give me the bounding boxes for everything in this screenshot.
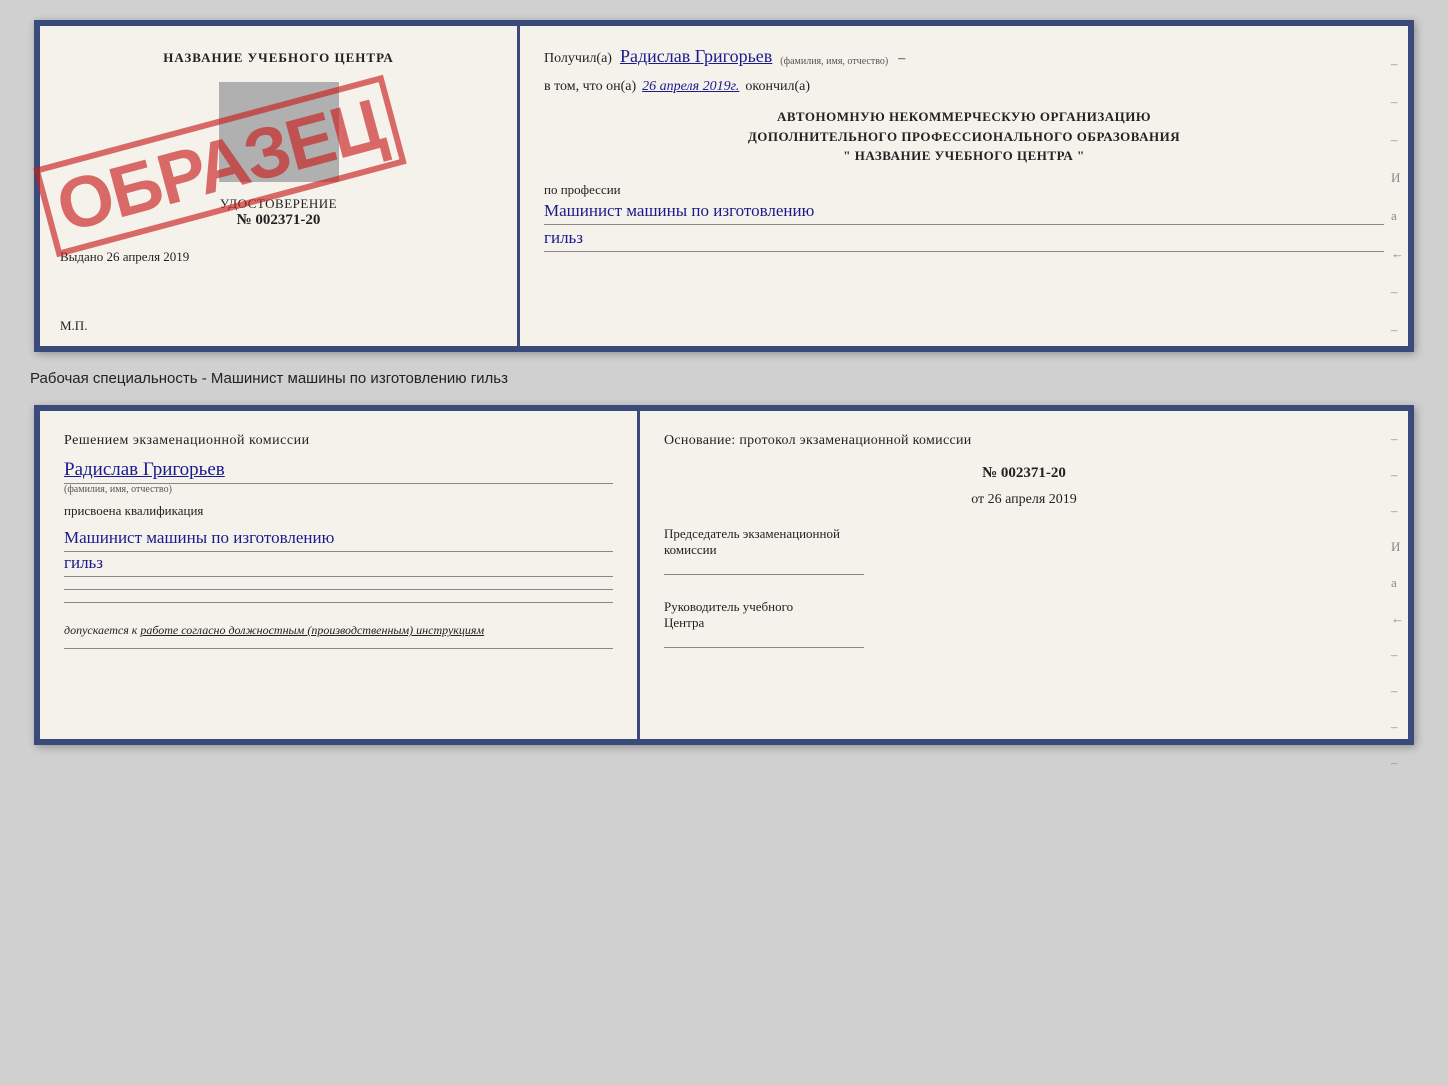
brs-dash-2: –: [1391, 467, 1404, 483]
brs-dash-7: –: [1391, 647, 1404, 663]
profession-line-2: [544, 251, 1384, 252]
brs-dash-6: ←: [1391, 611, 1404, 627]
profession-line-1: [544, 224, 1384, 225]
rukovoditel-block: Руководитель учебного Центра: [664, 599, 1384, 648]
brs-dash-8: –: [1391, 683, 1404, 699]
profession-block: по профессии Машинист машины по изготовл…: [544, 182, 1384, 252]
rukovoditel-label2: Центра: [664, 615, 1384, 631]
vydano-line: Выдано 26 апреля 2019: [60, 249, 189, 265]
vydano-label: Выдано: [60, 249, 103, 264]
rukovoditel-label1: Руководитель учебного: [664, 599, 1384, 615]
org-line1: АВТОНОМНУЮ НЕКОММЕРЧЕСКУЮ ОРГАНИЗАЦИЮ: [544, 107, 1384, 127]
qual-line-4: [64, 602, 613, 603]
side-dash-2: –: [1391, 94, 1404, 110]
brs-dash-5: а: [1391, 575, 1404, 591]
org-name: НАЗВАНИЕ УЧЕБНОГО ЦЕНТРА: [855, 148, 1074, 163]
dopuskaetsya-underline: работе согласно должностным (производств…: [140, 623, 484, 637]
org-quote-open: ": [843, 148, 851, 163]
vtom-line: в том, что он(а) 26 апреля 2019г. окончи…: [544, 79, 1384, 95]
qualification-block: Машинист машины по изготовлению гильз: [64, 527, 613, 603]
side-dash-6: ←: [1391, 246, 1404, 262]
ot-prefix: от: [971, 492, 984, 507]
bottom-doc-right: Основание: протокол экзаменационной коми…: [640, 411, 1408, 739]
top-left-title: НАЗВАНИЕ УЧЕБНОГО ЦЕНТРА: [163, 50, 394, 66]
profession-handwritten-1: Машинист машины по изготовлению: [544, 200, 1384, 222]
dopuskaetsya-block: допускается к работе согласно должностны…: [64, 623, 613, 638]
fio-hint: (фамилия, имя, отчество): [780, 56, 888, 67]
specialty-label: Рабочая специальность - Машинист машины …: [20, 370, 508, 387]
qualification-hand-1: Машинист машины по изготовлению: [64, 527, 613, 549]
bottom-doc-left: Решением экзаменационной комиссии Радисл…: [40, 411, 640, 739]
dopusk-line: [64, 648, 613, 649]
ot-date-line: от 26 апреля 2019: [664, 492, 1384, 508]
side-dash-5: а: [1391, 208, 1404, 224]
qualification-hand-2: гильз: [64, 552, 613, 574]
predsedatel-signature-line: [664, 574, 864, 575]
top-doc-right: Получил(а) Радислав Григорьев (фамилия, …: [520, 26, 1408, 346]
predsedatel-block: Председатель экзаменационной комиссии: [664, 526, 1384, 575]
vtom-date: 26 апреля 2019г.: [642, 79, 739, 95]
predsedatel-label1: Председатель экзаменационной: [664, 526, 1384, 542]
brs-dash-4: И: [1391, 539, 1404, 555]
side-dashes-top: – – – И а ← – –: [1391, 56, 1408, 338]
ot-date-value: 26 апреля 2019: [988, 492, 1077, 507]
org-line2: ДОПОЛНИТЕЛЬНОГО ПРОФЕССИОНАЛЬНОГО ОБРАЗО…: [544, 127, 1384, 147]
side-dash-4: И: [1391, 170, 1404, 186]
profession-handwritten-2: гильз: [544, 227, 1384, 249]
qual-line-3: [64, 589, 613, 590]
top-document: НАЗВАНИЕ УЧЕБНОГО ЦЕНТРА УДОСТОВЕРЕНИЕ №…: [34, 20, 1414, 352]
okonchil-label: окончил(а): [745, 79, 810, 95]
poluchil-label: Получил(а): [544, 51, 612, 67]
predsedatel-label2: комиссии: [664, 542, 1384, 558]
top-doc-left: НАЗВАНИЕ УЧЕБНОГО ЦЕНТРА УДОСТОВЕРЕНИЕ №…: [40, 26, 520, 346]
dopuskaetsya-prefix: допускается к: [64, 623, 137, 637]
mp-line: М.П.: [60, 318, 87, 334]
prisvoyena-label: присвоена квалификация: [64, 503, 613, 519]
brs-dash-9: –: [1391, 719, 1404, 735]
resheniye-text: Решением экзаменационной комиссии: [64, 433, 613, 449]
osnovaniye-title: Основание: протокол экзаменационной коми…: [664, 433, 1384, 449]
dash-1: –: [898, 51, 905, 67]
brs-dash-1: –: [1391, 431, 1404, 447]
protocol-number: № 002371-20: [664, 465, 1384, 482]
side-dash-3: –: [1391, 132, 1404, 148]
side-dash-8: –: [1391, 322, 1404, 338]
brs-dash-3: –: [1391, 503, 1404, 519]
side-dash-7: –: [1391, 284, 1404, 300]
brs-dash-10: –: [1391, 755, 1404, 771]
photo-placeholder: [219, 82, 339, 182]
udostoverenie-label: УДОСТОВЕРЕНИЕ: [220, 196, 337, 212]
person-name-handwritten: Радислав Григорьев: [64, 459, 613, 481]
org-name-line: " НАЗВАНИЕ УЧЕБНОГО ЦЕНТРА ": [544, 146, 1384, 166]
org-block: АВТОНОМНУЮ НЕКОММЕРЧЕСКУЮ ОРГАНИЗАЦИЮ ДО…: [544, 107, 1384, 166]
vtom-prefix: в том, что он(а): [544, 79, 636, 95]
bottom-document: Решением экзаменационной комиссии Радисл…: [34, 405, 1414, 745]
bottom-fio-hint: (фамилия, имя, отчество): [64, 484, 613, 495]
udostoverenie-block: УДОСТОВЕРЕНИЕ № 002371-20: [220, 196, 337, 229]
recipient-name: Радислав Григорьев: [620, 46, 772, 67]
qual-line-2: [64, 576, 613, 577]
bottom-person-name: Радислав Григорьев (фамилия, имя, отчест…: [64, 457, 613, 495]
org-quote-close: ": [1077, 148, 1085, 163]
bottom-right-side-strip: – – – И а ← – – – –: [1391, 431, 1408, 771]
udostoverenie-number: № 002371-20: [220, 212, 337, 229]
vydano-date: 26 апреля 2019: [107, 249, 190, 264]
side-dash-1: –: [1391, 56, 1404, 72]
poluchil-line: Получил(а) Радислав Григорьев (фамилия, …: [544, 46, 1384, 67]
rukovoditel-signature-line: [664, 647, 864, 648]
po-professii-label: по профессии: [544, 182, 1384, 198]
